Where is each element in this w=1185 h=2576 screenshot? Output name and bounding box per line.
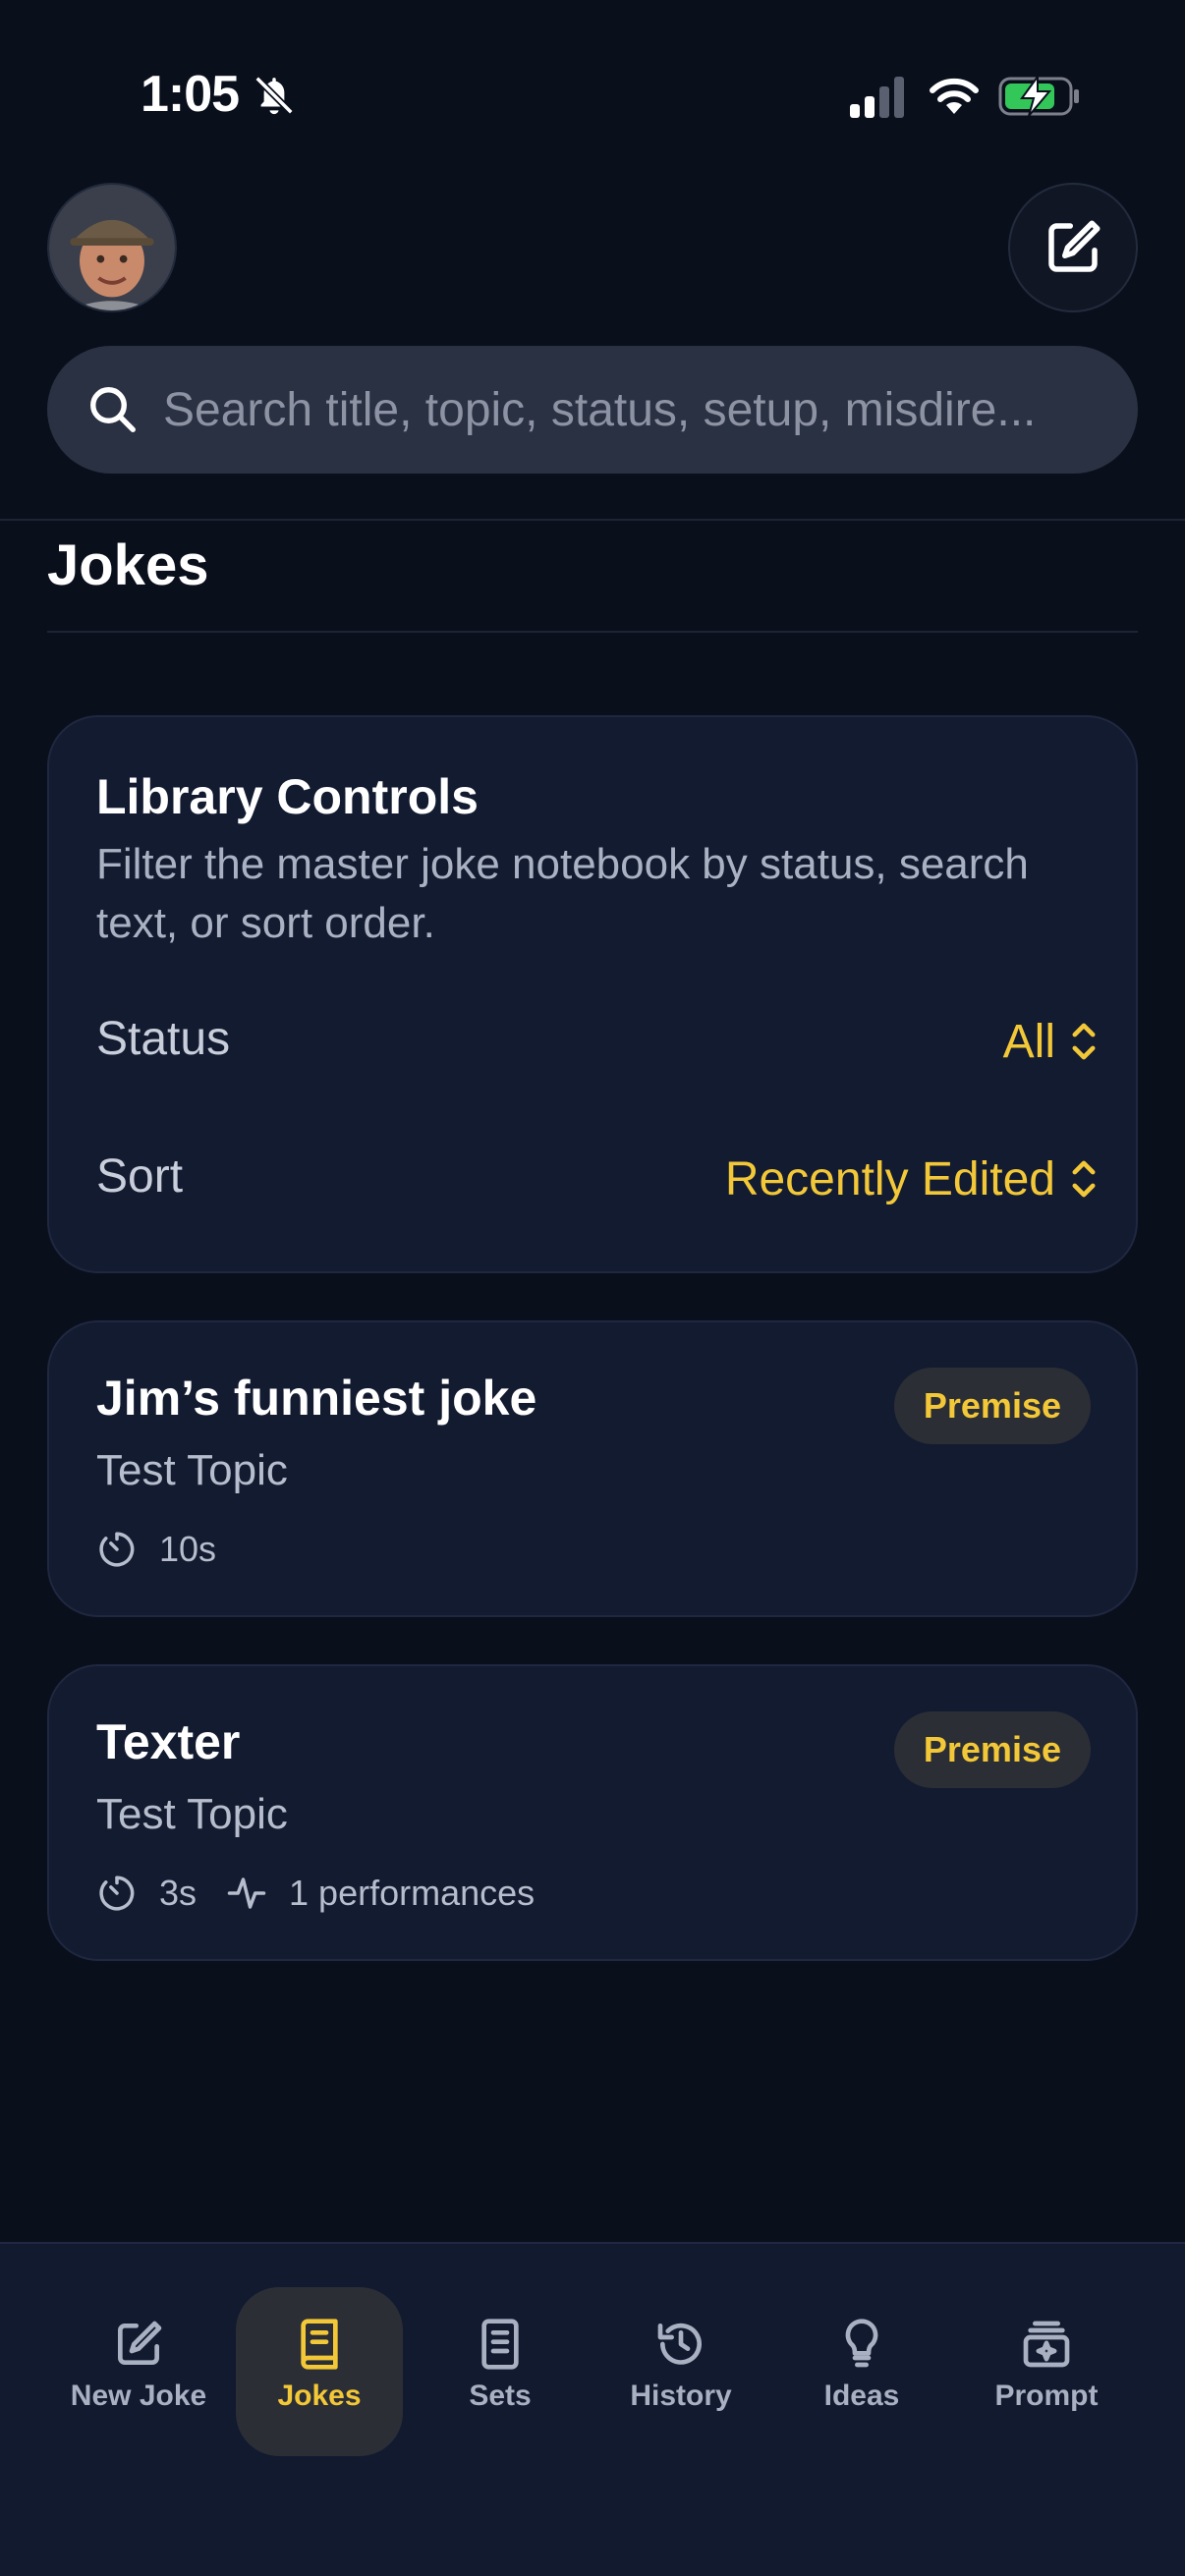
status-filter-value: All [1002,1015,1055,1068]
history-icon [657,2323,702,2365]
sort-row: Sort Recently Edited [96,1140,1099,1218]
compose-icon [118,2321,162,2365]
joke-performances: 1 performances [289,1873,536,1913]
tab-label: Ideas [823,2380,900,2412]
status-filter-label: Status [96,1013,231,1065]
tab-label: Sets [469,2380,532,2412]
tab-history[interactable]: History [597,2287,764,2456]
timer-icon [99,1876,135,1911]
list-doc-icon [481,2319,519,2370]
page-title: Jokes [47,533,209,597]
timer-icon [99,1532,135,1567]
jokes-screen: 1:05 Search title, topic, status, setup,… [0,0,1185,2576]
status-filter-row: Status All [96,1002,1099,1081]
library-controls-title: Library Controls [96,769,479,824]
lightbulb-icon [845,2319,878,2368]
joke-card[interactable]: Texter Test Topic Premise 3s 1 performan… [47,1664,1138,1961]
tab-new-joke[interactable]: New Joke [55,2287,222,2456]
avatar-image [49,185,175,310]
header-divider [0,519,1185,521]
search-bar[interactable] [47,346,1138,474]
compose-button[interactable] [1008,183,1138,312]
battery-charging-icon [998,75,1079,117]
joke-card[interactable]: Jim’s funniest joke Test Topic Premise 1… [47,1320,1138,1617]
chevron-updown-icon [1072,1160,1096,1198]
cellular-signal-icon [850,77,904,118]
bell-slash-icon [254,76,294,115]
tab-ideas[interactable]: Ideas [778,2287,945,2456]
search-icon [90,387,136,432]
status-bar: 1:05 [0,0,1185,196]
library-controls-card: Library Controls Filter the master joke … [47,715,1138,1273]
waveform-icon [227,1877,266,1909]
wifi-icon [930,78,979,114]
tab-jokes[interactable]: Jokes [236,2287,403,2456]
search-input[interactable] [163,346,1112,474]
sort-value: Recently Edited [724,1152,1055,1205]
tab-label: Jokes [277,2380,362,2412]
joke-title: Texter [96,1714,241,1769]
sort-picker[interactable]: Recently Edited [725,1140,1099,1218]
sort-label: Sort [96,1150,184,1203]
joke-duration: 10s [159,1529,217,1569]
title-divider [47,631,1138,633]
joke-topic: Test Topic [96,1446,288,1494]
joke-meta: 10s [96,1525,246,1574]
chevron-updown-icon [1072,1023,1096,1060]
joke-topic: Test Topic [96,1790,288,1838]
tab-label: New Joke [70,2380,207,2412]
book-icon [301,2319,338,2370]
sparkle-stack-icon [1023,2321,1070,2368]
compose-icon [1048,220,1100,272]
joke-meta: 3s 1 performances [96,1869,564,1918]
status-badge: Premise [893,1368,1091,1444]
library-controls-description: Filter the master joke notebook by statu… [96,840,1029,947]
tab-label: History [630,2380,732,2412]
status-badge: Premise [893,1711,1091,1788]
profile-avatar[interactable] [47,183,177,312]
tab-label: Prompt [994,2380,1099,2412]
tab-prompt[interactable]: Prompt [963,2287,1130,2456]
joke-duration: 3s [159,1873,198,1913]
tab-sets[interactable]: Sets [417,2287,584,2456]
status-time: 1:05 [141,66,240,123]
joke-title: Jim’s funniest joke [96,1371,537,1426]
status-filter-picker[interactable]: All [1003,1002,1099,1081]
tab-bar: New Joke Jokes Sets History Ideas Prompt [0,2242,1185,2576]
